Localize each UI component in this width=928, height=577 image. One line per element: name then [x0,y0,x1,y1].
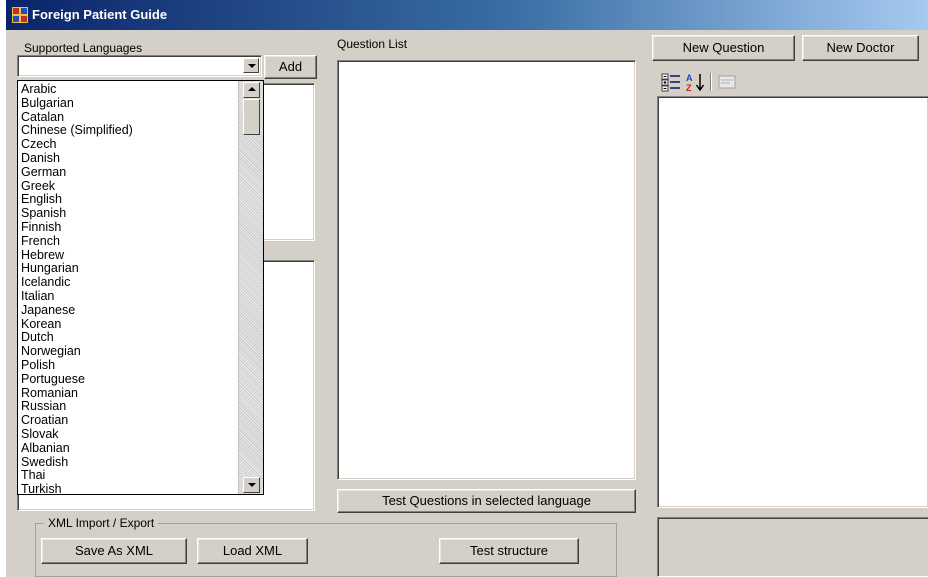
dropdown-scrollbar[interactable] [238,81,263,494]
language-options: Arabic Bulgarian Catalan Chinese (Simplifie… [20,83,238,494]
combo-dropdown-button[interactable] [243,58,259,73]
language-option[interactable]: English [20,193,238,207]
language-option[interactable]: Russian [20,400,238,414]
language-option[interactable]: Finnish [20,221,238,235]
toolbar-separator [710,73,712,91]
svg-text:Z: Z [686,83,692,93]
chevron-down-icon [248,64,256,68]
scroll-up-button[interactable] [243,82,260,98]
xml-group-label: XML Import / Export [44,516,159,530]
language-option[interactable]: Chinese (Simplified) [20,124,238,138]
language-option[interactable]: Japanese [20,303,238,318]
scroll-down-button[interactable] [243,477,260,493]
property-pages-icon[interactable] [716,71,738,93]
language-option[interactable]: Norwegian [20,345,238,359]
add-language-button[interactable]: Add [264,55,317,79]
test-questions-button[interactable]: Test Questions in selected language [337,489,636,513]
save-as-xml-button[interactable]: Save As XML [41,538,187,564]
supported-languages-label: Supported Languages [24,41,143,55]
test-structure-button[interactable]: Test structure [439,538,579,564]
svg-text:A: A [686,73,693,83]
language-option[interactable]: Croatian [20,414,238,428]
language-option[interactable]: Slovak [20,428,238,442]
language-option[interactable]: Italian [20,290,238,304]
language-option[interactable]: Icelandic [20,276,238,290]
language-option[interactable]: Spanish [20,207,238,221]
language-option[interactable]: French [20,234,238,249]
load-xml-button[interactable]: Load XML [197,538,308,564]
language-option[interactable]: Turkish [20,483,238,494]
language-option[interactable]: Thai [20,469,238,483]
language-option[interactable]: Korean [20,317,238,332]
language-option[interactable]: German [20,165,238,180]
language-option[interactable]: Albanian [20,441,238,456]
property-description-panel [657,517,928,577]
property-grid[interactable] [657,96,928,508]
language-option[interactable]: Dutch [20,331,238,345]
alphabetical-sort-icon[interactable]: A Z [684,71,706,93]
question-list[interactable] [337,60,636,480]
title-bar[interactable]: Foreign Patient Guide [6,0,928,30]
chevron-up-icon [248,87,256,91]
scroll-thumb[interactable] [243,99,260,135]
main-window: Foreign Patient Guide Supported Language… [5,0,928,577]
language-option[interactable]: Arabic [20,83,238,97]
language-option[interactable]: Hebrew [20,248,238,263]
language-option[interactable]: Swedish [20,455,238,470]
chevron-down-icon [248,483,256,487]
language-option[interactable]: Hungarian [20,262,238,276]
window-title: Foreign Patient Guide [32,7,168,22]
categorized-icon[interactable] [660,71,682,93]
new-doctor-button[interactable]: New Doctor [802,35,919,61]
new-question-button[interactable]: New Question [652,35,795,61]
language-option[interactable]: Portuguese [20,372,238,387]
language-option[interactable]: Danish [20,152,238,166]
language-option[interactable]: Czech [20,138,238,152]
app-icon [12,7,28,23]
language-combo[interactable] [17,55,262,77]
question-list-label: Question List [337,37,408,51]
language-option[interactable]: Greek [20,179,238,194]
language-dropdown[interactable]: Arabic Bulgarian Catalan Chinese (Simplifie… [17,80,264,495]
language-option[interactable]: Bulgarian [20,96,238,111]
language-option[interactable]: Polish [20,359,238,373]
language-option[interactable]: Catalan [20,110,238,125]
language-option[interactable]: Romanian [20,386,238,401]
